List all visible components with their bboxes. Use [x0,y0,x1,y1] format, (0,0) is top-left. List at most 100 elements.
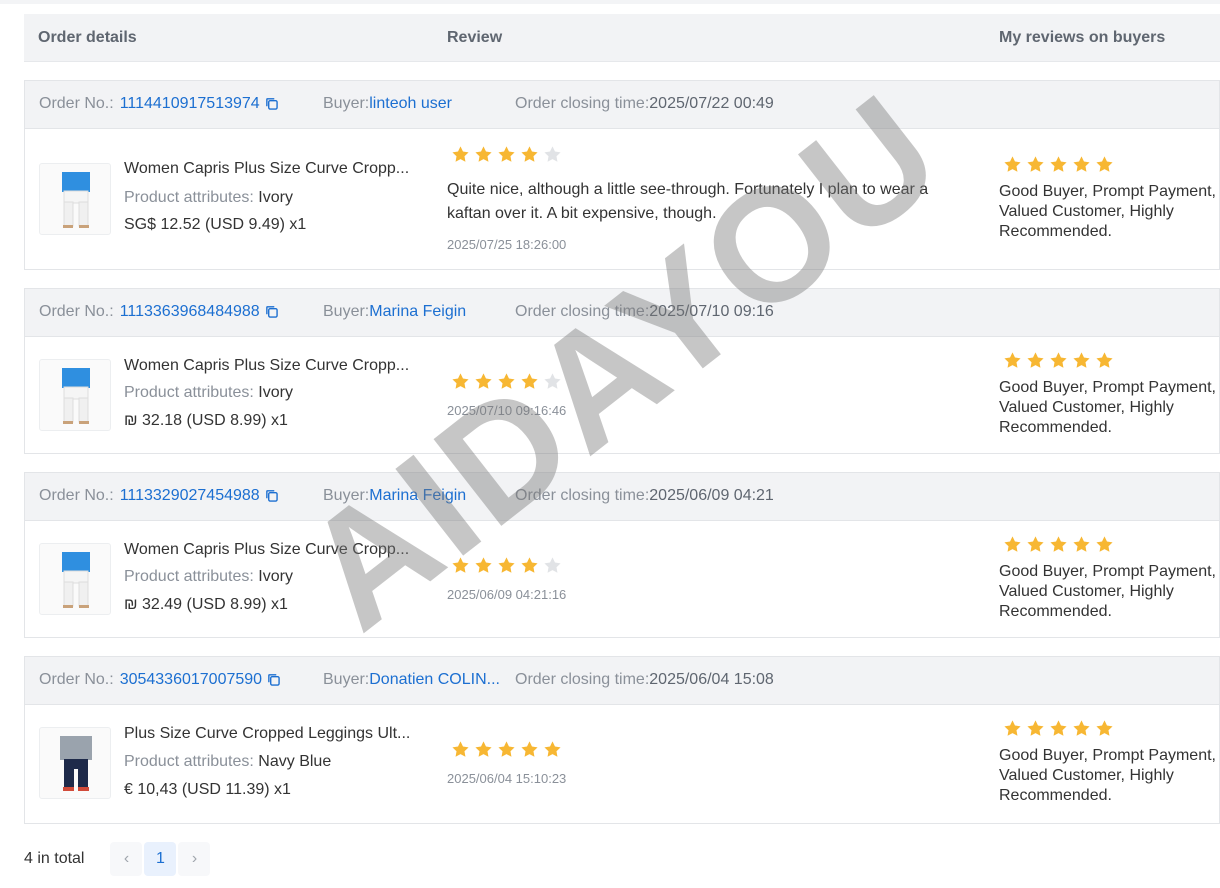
star-empty-icon [544,373,561,389]
order-number-label: Order No.: [39,303,114,320]
star-filled-icon [521,146,538,162]
product-thumbnail[interactable] [39,359,111,431]
star-filled-icon [1096,536,1113,552]
page-1-button[interactable]: 1 [144,842,177,876]
product-attributes: Product attributes: Navy Blue [124,753,331,771]
buyer-label: Buyer: [323,671,370,688]
product-thumbnail[interactable] [39,543,111,615]
star-filled-icon [498,741,515,757]
product-title[interactable]: Women Capris Plus Size Curve Cropp... [124,357,409,375]
closing-time-field: Order closing time:2025/06/09 04:21 [515,487,774,505]
buyer-label: Buyer: [323,95,370,112]
product-title[interactable]: Plus Size Curve Cropped Leggings Ult... [124,725,410,743]
attribute-label: Product attributes: [124,753,254,770]
star-filled-icon [1027,536,1044,552]
order-number-link[interactable]: 3054336017007590 [120,671,262,688]
product-thumbnail[interactable] [39,163,111,235]
product-title[interactable]: Women Capris Plus Size Curve Cropp... [124,160,409,178]
my-review-text: Good Buyer, Prompt Payment, Valued Custo… [999,183,1216,240]
star-filled-icon [1027,156,1044,172]
buyer-name-link[interactable]: linteoh user [369,95,452,112]
order-number-field: Order No.: 3054336017007590 [39,671,280,689]
buyer-rating [451,372,562,391]
product-price: SG$ 12.52 (USD 9.49) x1 [124,216,307,233]
closing-time-value: 2025/07/10 09:16 [649,303,774,320]
copy-icon[interactable] [265,97,278,110]
header-review: Review [447,29,503,46]
attribute-value: Ivory [258,189,293,206]
star-filled-icon [1027,720,1044,736]
order-card: Order No.: 1113363968484988 Buyer:Marina … [24,288,1220,454]
order-body: Women Capris Plus Size Curve Cropp... Pr… [25,337,1219,453]
order-body: Women Capris Plus Size Curve Cropp... Pr… [25,521,1219,637]
product-price: ₪ 32.49 (USD 8.99) x1 [124,596,288,613]
star-filled-icon [1004,156,1021,172]
header-order-details: Order details [38,29,137,46]
star-empty-icon [544,557,561,573]
product-price: € 10,43 (USD 11.39) x1 [124,781,291,798]
buyer-name-link[interactable]: Marina Feigin [369,487,466,504]
order-number-label: Order No.: [39,95,114,112]
star-filled-icon [475,741,492,757]
order-number-field: Order No.: 1114410917513974 [39,95,278,113]
star-filled-icon [1050,156,1067,172]
closing-time-field: Order closing time:2025/07/10 09:16 [515,303,774,321]
product-attributes: Product attributes: Ivory [124,568,293,586]
order-header: Order No.: 3054336017007590 Buyer:Donatie… [25,657,1219,705]
closing-time-value: 2025/06/09 04:21 [649,487,774,504]
review-date: 2025/06/09 04:21:16 [447,587,567,602]
table-header: Order details Review My reviews on buyer… [24,14,1220,62]
buyer-rating [451,740,562,759]
product-price: ₪ 32.18 (USD 8.99) x1 [124,412,288,429]
star-filled-icon [1027,352,1044,368]
reviews-page: Order details Review My reviews on buyer… [0,0,1220,888]
star-filled-icon [475,557,492,573]
buyer-label: Buyer: [323,303,370,320]
attribute-label: Product attributes: [124,189,254,206]
top-divider [0,0,1220,4]
order-number-field: Order No.: 1113363968484988 [39,303,278,321]
star-filled-icon [1004,536,1021,552]
order-card: Order No.: 1114410917513974 Buyer:linteoh… [24,80,1220,270]
buyer-label: Buyer: [323,487,370,504]
copy-icon[interactable] [267,673,280,686]
copy-icon[interactable] [265,489,278,502]
star-filled-icon [1096,720,1113,736]
pagination-bar: 4 in total ‹ 1 › [24,842,212,876]
my-rating [1003,719,1114,738]
star-filled-icon [452,146,469,162]
buyer-field: Buyer:Donatien COLIN... [323,671,500,689]
product-thumbnail[interactable] [39,727,111,799]
star-filled-icon [1073,156,1090,172]
copy-icon[interactable] [265,305,278,318]
order-number-label: Order No.: [39,671,114,688]
order-number-link[interactable]: 1114410917513974 [120,95,260,112]
star-filled-icon [498,146,515,162]
header-my-reviews: My reviews on buyers [999,29,1166,46]
buyer-name-link[interactable]: Donatien COLIN... [369,671,500,688]
star-filled-icon [452,741,469,757]
order-number-link[interactable]: 1113329027454988 [120,487,260,504]
next-page-button[interactable]: › [178,842,211,876]
star-filled-icon [1050,720,1067,736]
star-filled-icon [452,373,469,389]
closing-time-label: Order closing time: [515,487,650,504]
closing-time-label: Order closing time: [515,671,650,688]
closing-time-label: Order closing time: [515,303,650,320]
closing-time-field: Order closing time:2025/06/04 15:08 [515,671,774,689]
product-title[interactable]: Women Capris Plus Size Curve Cropp... [124,541,409,559]
star-filled-icon [521,373,538,389]
buyer-rating [451,145,562,164]
star-filled-icon [521,557,538,573]
buyer-name-link[interactable]: Marina Feigin [369,303,466,320]
prev-page-button[interactable]: ‹ [110,842,143,876]
order-number-field: Order No.: 1113329027454988 [39,487,278,505]
order-body: Plus Size Curve Cropped Leggings Ult... … [25,705,1219,823]
star-filled-icon [498,557,515,573]
my-rating [1003,155,1114,174]
order-header: Order No.: 1114410917513974 Buyer:linteoh… [25,81,1219,129]
star-filled-icon [1050,536,1067,552]
order-number-link[interactable]: 1113363968484988 [120,303,260,320]
attribute-value: Ivory [258,384,293,401]
star-filled-icon [1004,352,1021,368]
